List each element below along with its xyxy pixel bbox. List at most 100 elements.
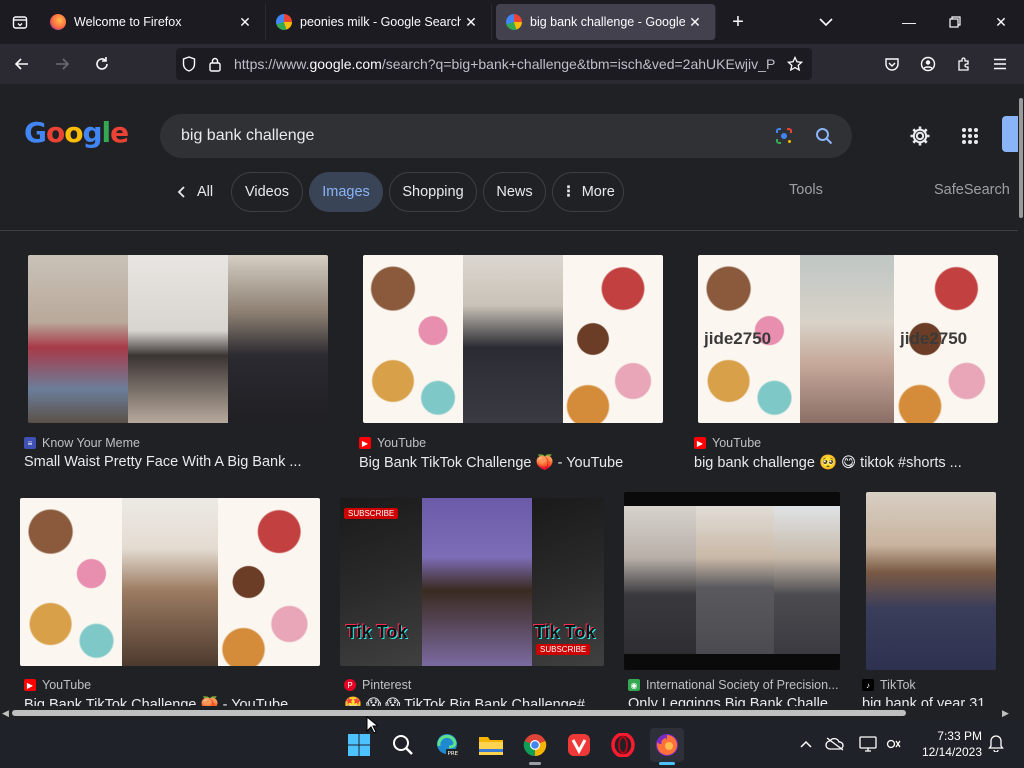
address-bar[interactable]: https://www.google.com/search?q=big+bank… [176,48,812,80]
chip-videos[interactable]: Videos [231,172,303,212]
chip-label: News [496,184,533,200]
url-path: /search?q=big+bank+challenge&tbm=isch&ve… [381,56,776,72]
result-image-3[interactable]: jide2750 jide2750 [698,255,998,423]
vivaldi-icon[interactable] [562,728,596,762]
search-icon[interactable] [804,127,844,145]
opera-icon[interactable] [606,728,640,762]
close-tab-icon[interactable]: ✕ [461,14,481,31]
bookmark-star-icon[interactable] [782,56,808,72]
safesearch-button[interactable]: SafeSearch [934,182,1010,198]
source-name: International Society of Precision... [646,678,839,692]
result-image-2[interactable] [363,255,663,423]
firefox-icon[interactable] [650,728,684,765]
vertical-scrollbar[interactable] [1018,84,1024,720]
scroll-left-arrow-icon[interactable]: ◀ [2,708,9,719]
tracking-shield-icon[interactable] [176,56,202,72]
search-query-text[interactable]: big bank challenge [181,127,764,145]
tab-strip: Welcome to Firefox ✕ peonies milk - Goog… [0,0,1024,44]
result-title[interactable]: Small Waist Pretty Face With A Big Bank … [24,454,324,470]
google-logo[interactable]: Google [24,116,129,149]
new-tab-plus-icon[interactable]: + [716,11,760,34]
result-title[interactable]: big bank challenge 🥺 😋 tiktok #shorts ..… [694,454,994,471]
reload-icon[interactable] [84,48,120,80]
header-divider [0,230,1018,231]
tab-title: big bank challenge - Google Search [530,15,685,29]
clock-date: 12/14/2023 [921,745,982,759]
pocket-icon[interactable] [874,48,910,80]
google-images-page: Google big bank challenge All Videos Ima… [0,84,1018,720]
subscribe-badge: SUBSCRIBE [344,508,399,519]
tools-button[interactable]: Tools [789,182,823,198]
lock-icon[interactable] [202,57,228,72]
image-panel [866,492,996,670]
network-volume-icon[interactable] [882,736,906,752]
google-lens-icon[interactable] [764,126,804,146]
onedrive-offline-icon[interactable] [816,737,854,751]
apps-grid-icon[interactable] [954,120,986,152]
close-tab-icon[interactable]: ✕ [235,14,255,31]
horizontal-scrollbar[interactable]: ◀ ▶ [0,706,1018,720]
navigation-toolbar: https://www.google.com/search?q=big+bank… [0,44,1024,84]
chrome-icon[interactable] [518,728,552,765]
result-source[interactable]: ≡ Know Your Meme [24,436,140,450]
extensions-puzzle-icon[interactable] [946,48,982,80]
source-name: TikTok [880,678,916,692]
notification-bell-icon[interactable] [988,734,1004,757]
image-panel: SUBSCRIBE Tik Tok [340,498,422,666]
tab-list-icon[interactable] [0,0,40,44]
restore-icon[interactable] [932,0,978,44]
close-tab-icon[interactable]: ✕ [685,14,705,31]
chip-more[interactable]: ⋮ More [552,172,624,212]
image-panel [463,255,563,423]
search-icon[interactable] [386,728,420,762]
settings-gear-icon[interactable] [904,120,936,152]
scroll-right-arrow-icon[interactable]: ▶ [1002,708,1009,719]
result-source[interactable]: ◉ International Society of Precision... [628,678,838,692]
account-icon[interactable] [910,48,946,80]
result-source[interactable]: ▶ YouTube [694,436,761,450]
chip-all[interactable]: All [170,172,220,212]
file-explorer-icon[interactable] [474,728,508,762]
result-source[interactable]: ▶ YouTube [359,436,426,450]
chip-label: All [196,184,214,200]
tiktok-icon: ♪ [862,679,874,691]
result-image-1[interactable] [28,255,328,423]
chip-label: Videos [244,184,290,200]
result-source[interactable]: ♪ TikTok [862,678,916,692]
close-window-icon[interactable]: ✕ [978,0,1024,44]
minimize-icon[interactable]: — [886,0,932,44]
result-source[interactable]: ▶ YouTube [24,678,91,692]
url-text[interactable]: https://www.google.com/search?q=big+bank… [234,56,782,72]
tab-peonies-milk[interactable]: peonies milk - Google Search ✕ [266,4,492,40]
chevron-up-icon[interactable] [796,740,816,748]
system-clock[interactable]: 7:33 PM 12/14/2023 [910,728,982,760]
display-icon[interactable] [854,736,882,752]
result-image-6[interactable] [624,492,840,670]
result-image-7[interactable] [866,492,996,670]
hamburger-menu-icon[interactable] [982,48,1018,80]
google-g-icon [506,14,522,30]
back-arrow-icon[interactable] [4,48,40,80]
result-source[interactable]: P Pinterest [344,678,411,692]
result-image-4[interactable] [20,498,320,666]
tab-overflow-chevron-icon[interactable] [814,12,838,32]
tab-welcome-firefox[interactable]: Welcome to Firefox ✕ [40,4,266,40]
result-title[interactable]: Big Bank TikTok Challenge 🍑 - YouTube [359,454,659,471]
forward-arrow-icon[interactable] [44,48,80,80]
clock-time: 7:33 PM [937,729,982,743]
source-name: Know Your Meme [42,436,140,450]
edge-beta-icon[interactable]: PRE [430,728,464,762]
sign-in-button[interactable] [1002,116,1018,152]
chip-images[interactable]: Images [309,172,383,212]
chip-shopping[interactable]: Shopping [389,172,477,212]
subscribe-badge: SUBSCRIBE [536,644,591,655]
chip-label: Shopping [402,184,464,200]
scrollbar-thumb[interactable] [1019,98,1023,218]
tab-big-bank-challenge[interactable]: big bank challenge - Google Search ✕ [496,4,716,40]
search-input[interactable]: big bank challenge [160,114,852,158]
toolbar-right [874,44,1018,84]
chip-news[interactable]: News [483,172,546,212]
scrollbar-thumb[interactable] [12,710,906,716]
result-image-5[interactable]: SUBSCRIBE Tik Tok Tik Tok SUBSCRIBE [340,498,604,666]
image-panel [563,255,663,423]
